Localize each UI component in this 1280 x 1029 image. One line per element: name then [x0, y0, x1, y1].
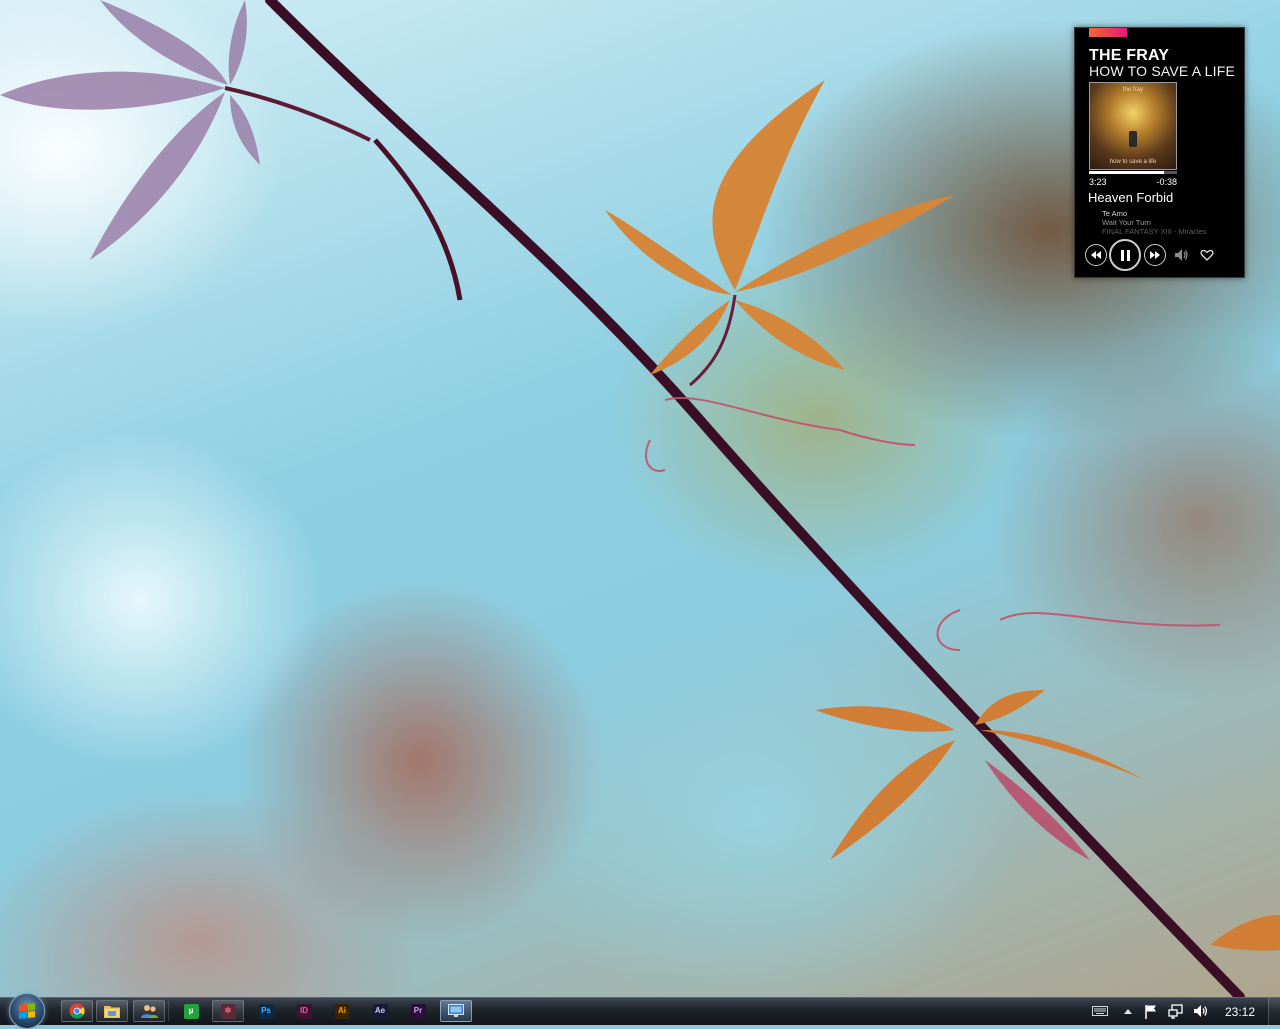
cover-band-text: the fray [1122, 87, 1143, 93]
keyboard-icon [1092, 1006, 1108, 1016]
monitor-icon [448, 1004, 464, 1017]
previous-icon [1091, 251, 1101, 259]
taskbar-explorer[interactable] [96, 1000, 128, 1022]
show-hidden-icon [1124, 1009, 1132, 1014]
now-playing-title: Heaven Forbid [1088, 190, 1174, 205]
folder-icon [104, 1006, 120, 1018]
taskbar-users[interactable] [133, 1000, 165, 1022]
premiere-icon: Pr [410, 1003, 426, 1019]
utorrent-icon: µ [183, 1003, 199, 1019]
chrome-icon [69, 1003, 85, 1019]
keyboard-tray[interactable] [1092, 1003, 1108, 1019]
taskbar-chrome[interactable] [61, 1000, 93, 1022]
photoshop-icon: Ps [258, 1003, 274, 1019]
next-icon [1150, 251, 1160, 259]
flag-icon [1145, 1004, 1156, 1019]
show-hidden-icons-button[interactable] [1120, 1003, 1136, 1019]
taskbar-photoshop[interactable]: Ps [250, 1000, 282, 1022]
music-player-widget: THE FRAY HOW TO SAVE A LIFE the fray how… [1074, 27, 1245, 278]
up-next-list: Te Amo Wait Your Turn FINAL FANTASY XIII… [1102, 209, 1206, 236]
pink-app-icon: ✲ [220, 1003, 236, 1019]
track-progress-bar[interactable] [1089, 171, 1177, 174]
taskbar-remote-desktop[interactable] [440, 1000, 472, 1022]
queue-item[interactable]: Te Amo [1102, 209, 1206, 218]
volume-icon [1194, 1005, 1208, 1017]
show-desktop-button[interactable] [1268, 998, 1280, 1025]
taskbar-utorrent[interactable]: µ [175, 1000, 207, 1022]
network-icon [1168, 1003, 1183, 1019]
indesign-icon: ID [296, 1003, 312, 1019]
queue-item[interactable]: Wait Your Turn [1102, 218, 1206, 227]
heart-icon[interactable] [1200, 248, 1214, 262]
users-icon [140, 1004, 158, 1018]
illustrator-icon: Ai [334, 1003, 350, 1019]
taskbar-indesign[interactable]: ID [288, 1000, 320, 1022]
player-accent-bar [1089, 28, 1127, 37]
action-center-tray[interactable] [1143, 1003, 1159, 1019]
album-cover[interactable]: the fray how to save a life [1089, 82, 1177, 170]
taskbar-clock[interactable]: 23:12 [1218, 1005, 1262, 1019]
time-remaining: -0:38 [1156, 177, 1177, 187]
taskbar-illustrator[interactable]: Ai [326, 1000, 358, 1022]
pause-button[interactable] [1109, 239, 1141, 271]
queue-item[interactable]: FINAL FANTASY XIII - Miracles [1102, 227, 1206, 236]
cover-title-text: how to save a life [1109, 159, 1157, 165]
volume-tray[interactable] [1193, 1003, 1209, 1019]
previous-button[interactable] [1085, 244, 1107, 266]
windows-logo-icon [19, 1003, 35, 1019]
pause-icon [1120, 249, 1130, 261]
next-button[interactable] [1144, 244, 1166, 266]
taskbar-app-pink[interactable]: ✲ [212, 1000, 244, 1022]
taskbar: µ ✲ Ps ID Ai Ae Pr 23:12 [0, 993, 1280, 1029]
album-title: HOW TO SAVE A LIFE [1089, 63, 1235, 79]
time-elapsed: 3:23 [1089, 177, 1107, 187]
taskbar-separator [168, 1001, 169, 1021]
taskbar-premiere[interactable]: Pr [402, 1000, 434, 1022]
network-tray[interactable] [1168, 1003, 1184, 1019]
playback-controls [1084, 238, 1234, 272]
after-effects-icon: Ae [372, 1003, 388, 1019]
track-progress-fill [1089, 171, 1164, 174]
taskbar-after-effects[interactable]: Ae [364, 1000, 396, 1022]
volume-icon[interactable] [1173, 247, 1189, 263]
lightbulb-icon [1129, 131, 1137, 147]
